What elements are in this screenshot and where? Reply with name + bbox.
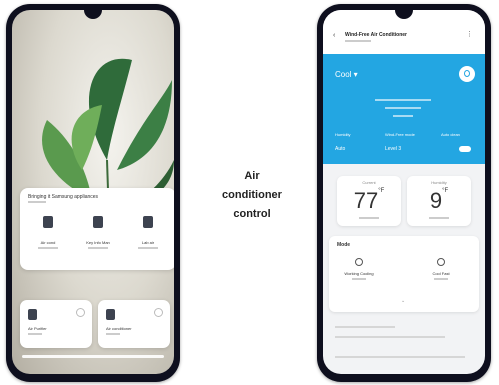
- current-temperature: 77°F: [337, 188, 401, 214]
- caption-line: control: [233, 208, 271, 220]
- chevron-down-icon[interactable]: ⌄: [401, 298, 405, 304]
- humidity-value: 9: [429, 188, 443, 213]
- power-icon[interactable]: [154, 308, 163, 317]
- device-status-placeholder: [38, 247, 58, 249]
- air-purifier-icon: [28, 309, 37, 320]
- temp-unit: °F: [378, 188, 385, 194]
- temp-unit: °F: [442, 188, 449, 194]
- tile-label: Air Purifier: [28, 326, 47, 331]
- humidity-value[interactable]: Auto: [335, 146, 345, 152]
- text-placeholder: [335, 326, 395, 328]
- home-screen: Bringing it Samsung appliances Air cond …: [12, 10, 174, 374]
- autoclean-toggle[interactable]: [459, 146, 471, 152]
- mode-option-working-cooling[interactable]: Working Cooling: [339, 258, 379, 280]
- power-icon[interactable]: [76, 308, 85, 317]
- status-text-placeholder: [375, 99, 431, 101]
- refrigerator-icon: [143, 216, 153, 228]
- humidity-reading: 9°F: [407, 188, 471, 214]
- device-air-conditioner[interactable]: Air cond: [28, 216, 68, 249]
- tile-status-placeholder: [28, 333, 42, 335]
- air-conditioner-icon: [43, 216, 53, 228]
- air-conditioner-icon: [106, 309, 115, 320]
- power-button[interactable]: [459, 66, 475, 82]
- humidity-label: Humidity: [335, 132, 351, 137]
- snowflake-icon: [355, 258, 363, 266]
- status-text-placeholder: [385, 107, 421, 109]
- device-washer[interactable]: Key Info Man: [78, 216, 118, 249]
- autoclean-label: Auto clean: [441, 132, 460, 137]
- room-subtitle-placeholder: [28, 201, 46, 203]
- home-indicator: [22, 355, 164, 358]
- text-placeholder: [335, 356, 465, 358]
- tile-label: Air conditioner: [106, 326, 132, 331]
- temp-foot-placeholder: [359, 217, 379, 219]
- device-label: Air cond: [40, 240, 56, 245]
- caption-line: conditioner: [222, 189, 282, 201]
- temp-value: 77: [353, 188, 379, 213]
- windfree-value[interactable]: Level 3: [385, 146, 401, 152]
- room-devices-card[interactable]: Bringing it Samsung appliances Air cond …: [20, 188, 174, 270]
- humidity-card[interactable]: Humidity 9°F: [407, 176, 471, 226]
- mode-selector[interactable]: Cool ▾: [335, 70, 358, 79]
- mode-card: Mode Working Cooling Cool Fast ⌄: [329, 236, 479, 312]
- mode-section-title: Mode: [337, 242, 351, 248]
- device-title: Wind-Free Air Conditioner: [345, 32, 407, 38]
- humidity-caption: Humidity: [431, 180, 447, 185]
- text-placeholder: [335, 336, 445, 338]
- room-title: Bringing it Samsung appliances: [28, 194, 99, 200]
- caption-line: Air: [244, 170, 260, 182]
- device-refrigerator[interactable]: Lab air: [128, 216, 168, 249]
- mode-option-placeholder: [434, 278, 448, 280]
- mode-option-cool-fast[interactable]: Cool Fast: [421, 258, 461, 280]
- mode-label: Cool: [335, 70, 352, 79]
- device-status-placeholder: [138, 247, 158, 249]
- more-options-icon[interactable]: ⋮: [466, 30, 473, 38]
- mode-option-label: Working Cooling: [344, 271, 374, 276]
- mode-option-placeholder: [352, 278, 366, 280]
- figure-caption: Air conditioner control: [196, 167, 308, 224]
- status-text-placeholder: [393, 115, 413, 117]
- back-arrow-icon[interactable]: ‹: [333, 32, 335, 39]
- phone-ac-control: ‹ Wind-Free Air Conditioner ⋮ Cool ▾ Hum…: [317, 4, 491, 382]
- fan-icon: [437, 258, 445, 266]
- device-label: Key Info Man: [86, 240, 110, 245]
- device-subtitle-placeholder: [345, 40, 371, 42]
- washer-icon: [93, 216, 103, 228]
- tile-air-purifier[interactable]: Air Purifier: [20, 300, 92, 348]
- device-label: Lab air: [141, 240, 155, 245]
- humidity-foot-placeholder: [429, 217, 449, 219]
- ac-control-screen: ‹ Wind-Free Air Conditioner ⋮ Cool ▾ Hum…: [323, 10, 485, 374]
- phone-home-screen: Bringing it Samsung appliances Air cond …: [6, 4, 180, 382]
- current-temperature-card[interactable]: Current 77°F: [337, 176, 401, 226]
- device-status-placeholder: [88, 247, 108, 249]
- temp-caption: Current: [362, 180, 376, 185]
- mode-option-label: Cool Fast: [432, 271, 450, 276]
- windfree-label: Wind-Free mode: [385, 132, 415, 137]
- tile-air-conditioner[interactable]: Air conditioner: [98, 300, 170, 348]
- status-panel: Cool ▾ Humidity Wind-Free mode Auto clea…: [323, 54, 485, 164]
- tile-status-placeholder: [106, 333, 120, 335]
